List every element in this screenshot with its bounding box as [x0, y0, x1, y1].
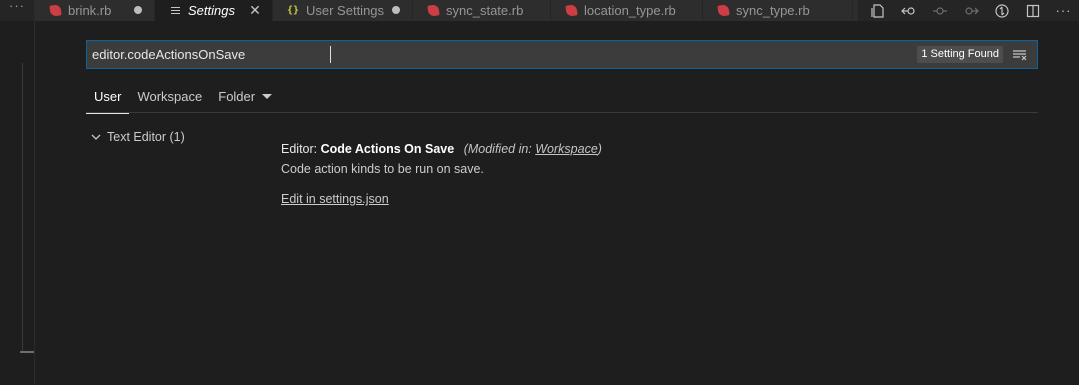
dropdown-caret-icon: [262, 94, 273, 100]
clear-filter-icon[interactable]: [1009, 44, 1031, 66]
settings-lines-icon: [169, 5, 181, 17]
close-icon[interactable]: ✕: [248, 2, 262, 18]
settings-scope-tabs: User Workspace Folder: [86, 86, 1038, 114]
open-file-icon: [870, 3, 884, 18]
ellipsis-icon: ···: [1055, 2, 1072, 18]
tab-brink-rb[interactable]: brink.rb: [35, 0, 155, 21]
gutter-marker: [20, 351, 34, 353]
text-cursor: [330, 46, 331, 63]
tab-workspace-label: Workspace: [137, 89, 203, 104]
open-settings-json-button[interactable]: [862, 0, 893, 21]
ruby-icon: [48, 4, 62, 17]
setting-description: Code action kinds to be run on save.: [281, 162, 484, 176]
ruby-icon: [426, 4, 440, 17]
modified-suffix: ): [597, 142, 602, 156]
tab-user-label: User: [94, 89, 122, 104]
tab-workspace[interactable]: Workspace: [129, 86, 210, 113]
modified-indicator: (Modified in: Workspace): [464, 142, 602, 156]
tab-label: User Settings: [306, 3, 385, 18]
tab-user-settings[interactable]: {} User Settings: [273, 0, 413, 21]
tab-location-type-rb[interactable]: location_type.rb: [551, 0, 703, 21]
unsaved-dot-icon[interactable]: [392, 6, 400, 14]
next-change-button[interactable]: [955, 0, 986, 21]
timeline-button[interactable]: [924, 0, 955, 21]
split-editor-icon: [1026, 4, 1039, 17]
unsaved-dot-icon[interactable]: [134, 6, 142, 14]
tab-folder[interactable]: Folder: [210, 86, 280, 113]
settings-search-input[interactable]: [87, 41, 918, 68]
tab-label: sync_type.rb: [736, 3, 810, 18]
tab-label: Settings: [188, 3, 235, 18]
tab-label: location_type.rb: [584, 3, 676, 18]
tabs-overflow-button[interactable]: ···: [0, 0, 35, 21]
editor-tab-bar: ··· brink.rb Settings ✕ {} User Settings…: [0, 0, 1079, 21]
toc-item-text-editor[interactable]: Text Editor (1): [89, 130, 185, 144]
modified-prefix: (Modified in:: [463, 142, 536, 156]
tab-sync-state-rb[interactable]: sync_state.rb: [413, 0, 551, 21]
tab-folder-label: Folder: [218, 89, 256, 104]
ruby-icon: [564, 4, 578, 17]
tab-sync-type-rb[interactable]: sync_type.rb: [703, 0, 853, 21]
tab-user[interactable]: User: [86, 86, 130, 114]
chevron-down-icon: [91, 134, 101, 140]
setting-title: Editor: Code Actions On Save (Modified i…: [281, 140, 1001, 158]
settings-count-badge: 1 Setting Found: [917, 46, 1003, 63]
tab-label: sync_state.rb: [446, 3, 524, 18]
left-gutter: [0, 21, 35, 385]
tab-label: brink.rb: [68, 3, 112, 18]
modified-workspace-link[interactable]: Workspace: [535, 142, 598, 156]
toc-item-label: Text Editor (1): [107, 130, 185, 144]
settings-search-box: 1 Setting Found: [86, 40, 1038, 69]
go-forward-icon: [964, 6, 979, 15]
git-compare-button[interactable]: [986, 0, 1017, 21]
setting-label: Code Actions On Save: [320, 142, 455, 156]
go-back-icon: [900, 6, 915, 15]
git-commit-icon: [932, 6, 947, 15]
ruby-icon: [716, 4, 730, 17]
more-actions-button[interactable]: ···: [1048, 0, 1079, 21]
overflow-label: ···: [9, 0, 25, 13]
git-compare-icon: [994, 3, 1009, 18]
setting-category: Editor:: [281, 142, 321, 156]
tab-settings[interactable]: Settings ✕: [155, 0, 273, 21]
setting-item-code-actions-on-save: Editor: Code Actions On Save (Modified i…: [281, 140, 1001, 206]
split-editor-button[interactable]: [1017, 0, 1048, 21]
previous-change-button[interactable]: [893, 0, 924, 21]
gutter-line: [22, 63, 23, 353]
json-braces-icon: {}: [286, 5, 300, 16]
editor-actions: ···: [858, 0, 1079, 21]
edit-in-settings-json-link[interactable]: Edit in settings.json: [281, 192, 389, 206]
